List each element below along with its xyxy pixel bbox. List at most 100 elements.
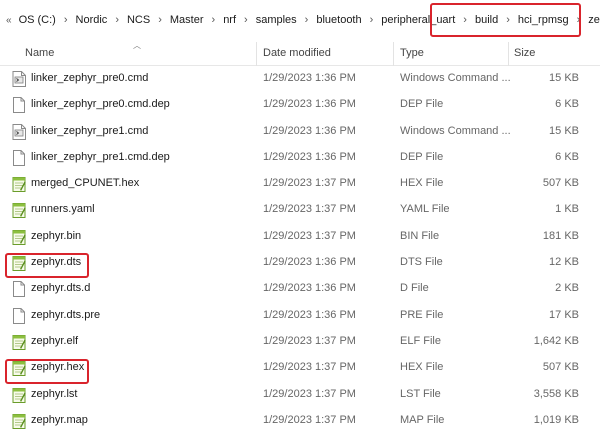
blank-file-icon xyxy=(12,97,26,114)
file-type: DEP File xyxy=(400,98,444,111)
file-type: D File xyxy=(400,282,429,295)
breadcrumb-item[interactable]: OS (C:) xyxy=(19,14,56,26)
breadcrumb-item[interactable]: hci_rpmsg xyxy=(518,14,569,26)
file-type: DTS File xyxy=(400,256,443,269)
file-size: 15 KB xyxy=(549,124,579,137)
file-row[interactable]: linker_zephyr_pre1.cmd 1/29/2023 1:36 PM W… xyxy=(0,119,600,145)
file-row[interactable]: zephyr.map 1/29/2023 1:37 PM MAP File 1,019… xyxy=(0,408,600,434)
breadcrumb-item[interactable]: peripheral_uart xyxy=(381,14,455,26)
chevron-right-icon[interactable]: › xyxy=(244,14,248,26)
breadcrumb-item[interactable]: Nordic xyxy=(76,14,108,26)
column-divider[interactable] xyxy=(508,42,509,66)
breadcrumb-item[interactable]: NCS xyxy=(127,14,150,26)
column-divider[interactable] xyxy=(256,42,257,66)
file-row[interactable]: zephyr.dts.d 1/29/2023 1:36 PM D File 2 KB xyxy=(0,276,600,302)
column-name-header[interactable]: Name xyxy=(25,47,54,59)
chevron-right-icon[interactable]: › xyxy=(64,14,68,26)
file-size: 181 KB xyxy=(542,229,579,242)
file-name: zephyr.map xyxy=(31,413,88,426)
file-type: YAML File xyxy=(400,203,450,216)
file-row[interactable]: linker_zephyr_pre1.cmd.dep 1/29/2023 1:36… xyxy=(0,145,600,171)
file-type: Windows Command ... xyxy=(400,72,511,84)
file-date-modified: 1/29/2023 1:36 PM xyxy=(263,150,356,163)
file-date-modified: 1/29/2023 1:37 PM xyxy=(263,203,356,216)
file-row[interactable]: merged_CPUNET.hex 1/29/2023 1:37 PM HEX Fi… xyxy=(0,171,600,197)
file-size: 1 KB xyxy=(555,203,579,216)
file-type: Windows Command ... xyxy=(400,124,511,137)
file-row[interactable]: linker_zephyr_pre0.cmd.dep 1/29/2023 1:36… xyxy=(0,92,600,118)
sort-ascending-icon: ︿ xyxy=(133,41,141,50)
notepadpp-file-icon xyxy=(12,360,26,377)
file-name: zephyr.lst xyxy=(31,387,78,400)
file-type: ELF File xyxy=(400,334,441,347)
notepadpp-file-icon xyxy=(12,413,26,429)
file-row[interactable]: linker_zephyr_pre0.cmd 1/29/2023 1:36 PM W… xyxy=(0,66,600,92)
file-row[interactable]: zephyr.dts 1/29/2023 1:36 PM DTS File 12 KB xyxy=(0,250,600,276)
breadcrumb-overflow-icon[interactable]: « xyxy=(6,15,12,26)
chevron-right-icon[interactable]: › xyxy=(158,14,162,26)
file-row[interactable]: zephyr.elf 1/29/2023 1:37 PM ELF File 1,642… xyxy=(0,329,600,355)
column-date-header[interactable]: Date modified xyxy=(263,47,331,59)
file-size: 15 KB xyxy=(549,72,579,84)
file-type: PRE File xyxy=(400,308,444,321)
breadcrumb-item[interactable]: nrf xyxy=(223,14,236,26)
file-date-modified: 1/29/2023 1:36 PM xyxy=(263,72,356,84)
file-row[interactable]: runners.yaml 1/29/2023 1:37 PM YAML File 1 … xyxy=(0,197,600,223)
file-type: LST File xyxy=(400,387,441,400)
file-size: 12 KB xyxy=(549,256,579,269)
file-size: 2 KB xyxy=(555,282,579,295)
file-date-modified: 1/29/2023 1:37 PM xyxy=(263,387,356,400)
notepadpp-file-icon xyxy=(12,229,26,245)
file-size: 3,558 KB xyxy=(533,387,579,400)
file-size: 1,642 KB xyxy=(533,334,579,347)
blank-file-icon xyxy=(12,149,26,166)
file-date-modified: 1/29/2023 1:37 PM xyxy=(263,413,356,426)
file-name: linker_zephyr_pre0.cmd xyxy=(31,72,149,84)
notepadpp-file-icon xyxy=(12,202,26,219)
blank-file-icon xyxy=(12,307,26,324)
column-divider[interactable] xyxy=(393,42,394,66)
file-name: zephyr.elf xyxy=(31,334,79,347)
breadcrumb-item[interactable]: Master xyxy=(170,14,204,26)
file-size: 6 KB xyxy=(555,98,579,111)
file-size: 6 KB xyxy=(555,150,579,163)
column-type-header[interactable]: Type xyxy=(400,47,424,59)
breadcrumb-item[interactable]: build xyxy=(475,14,498,26)
breadcrumb-item[interactable]: samples xyxy=(256,14,297,26)
chevron-right-icon[interactable]: › xyxy=(305,14,309,26)
notepadpp-file-icon xyxy=(12,334,26,350)
file-type: MAP File xyxy=(400,413,445,426)
breadcrumb-item[interactable]: bluetooth xyxy=(316,14,361,26)
notepadpp-file-icon xyxy=(12,176,26,193)
file-name: linker_zephyr_pre1.cmd xyxy=(31,124,149,137)
file-row[interactable]: zephyr.bin 1/29/2023 1:37 PM BIN File 181 K… xyxy=(0,224,600,250)
file-size: 17 KB xyxy=(549,308,579,321)
file-type: DEP File xyxy=(400,150,444,163)
file-name: zephyr.dts.d xyxy=(31,282,91,295)
file-name: zephyr.hex xyxy=(31,361,85,374)
chevron-right-icon[interactable]: › xyxy=(115,14,119,26)
breadcrumb-item[interactable]: zephyr xyxy=(588,14,600,26)
column-size-header[interactable]: Size xyxy=(514,47,535,59)
file-row[interactable]: zephyr.lst 1/29/2023 1:37 PM LST File 3,558… xyxy=(0,382,600,408)
file-name: zephyr.dts xyxy=(31,256,82,269)
column-header: ︿ Name Date modified Type Size xyxy=(0,40,600,66)
file-row[interactable]: zephyr.hex 1/29/2023 1:37 PM HEX File 507 K… xyxy=(0,355,600,381)
file-date-modified: 1/29/2023 1:36 PM xyxy=(263,308,356,321)
file-size: 507 KB xyxy=(542,361,579,374)
file-row[interactable]: zephyr.dts.pre 1/29/2023 1:36 PM PRE File 1… xyxy=(0,303,600,329)
file-type: HEX File xyxy=(400,361,444,374)
chevron-right-icon[interactable]: › xyxy=(506,14,510,26)
file-date-modified: 1/29/2023 1:36 PM xyxy=(263,98,356,111)
chevron-right-icon[interactable]: › xyxy=(370,14,374,26)
cmd-file-icon xyxy=(12,123,26,140)
file-date-modified: 1/29/2023 1:36 PM xyxy=(263,124,356,137)
file-name: zephyr.bin xyxy=(31,229,82,242)
chevron-right-icon[interactable]: › xyxy=(577,14,581,26)
address-breadcrumb: « OS (C:) › Nordic › NCS › Master › nrf › samples ›… xyxy=(0,0,600,40)
file-type: BIN File xyxy=(400,229,440,242)
chevron-right-icon[interactable]: › xyxy=(463,14,467,26)
chevron-right-icon[interactable]: › xyxy=(212,14,216,26)
file-size: 1,019 KB xyxy=(533,413,579,426)
file-name: runners.yaml xyxy=(31,203,95,216)
